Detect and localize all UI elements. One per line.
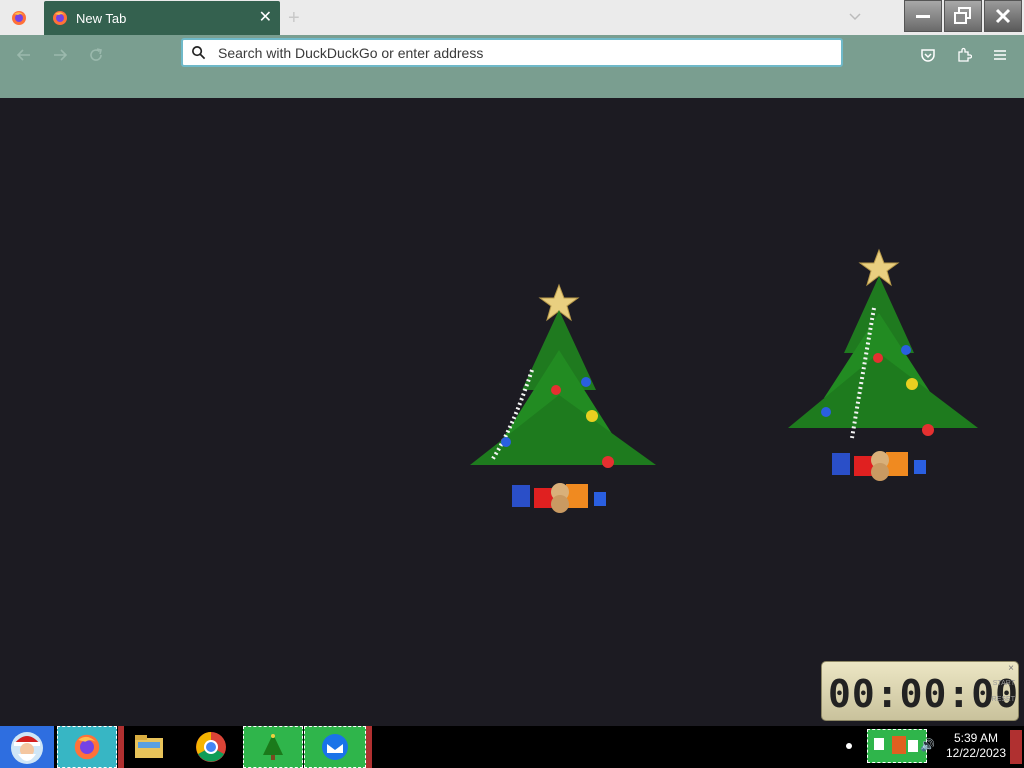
pocket-button[interactable] [916,43,940,67]
list-all-tabs-button[interactable] [848,9,862,28]
folder-icon [135,735,163,758]
extensions-button[interactable] [952,43,976,67]
pocket-icon [921,49,935,62]
clock-date: 12/22/2023 [945,746,1007,760]
tab-close-icon[interactable]: ✕ [259,10,272,26]
taskbar: 🔊 5:39 AM 12/22/2023 [0,726,1024,768]
tray-flag-icon [874,736,918,754]
tab-title: New Tab [76,10,127,26]
firefox-icon [12,10,26,25]
taskbar-file-explorer[interactable] [128,726,170,768]
thunderbird-icon [322,734,348,760]
timer-reset-button[interactable]: RESET [992,696,1015,703]
close-button[interactable] [984,0,1022,32]
tray-notification-dot [846,743,852,749]
window-controls [904,0,1024,34]
timer-display: 00:00:00 [828,672,1020,716]
santa-start-icon [11,732,43,764]
chrome-icon [196,732,226,762]
taskbar-christmas-tree-app[interactable] [243,726,303,768]
reload-icon [90,48,102,61]
navigation-toolbar [0,35,1024,98]
new-tab-button[interactable]: + [288,8,300,28]
firefox-view-button[interactable] [0,0,38,35]
taskbar-clock[interactable]: 5:39 AM 12/22/2023 [944,731,1008,761]
taskbar-firefox[interactable] [57,726,117,768]
countdown-timer-widget[interactable]: 00:00:00 × START RESET [821,661,1019,721]
forward-button[interactable] [48,43,72,67]
taskbar-chrome[interactable] [190,726,232,768]
christmas-tree-ornament [788,248,978,481]
address-input[interactable] [216,43,816,62]
taskbar-separator [366,726,372,768]
timer-start-button[interactable]: START [993,680,1015,687]
show-desktop-button[interactable] [1010,730,1022,764]
start-button[interactable] [0,726,54,768]
arrow-left-icon [16,49,30,61]
hamburger-menu-icon [994,50,1006,60]
tab-new-tab[interactable]: New Tab ✕ [44,1,280,35]
taskbar-thunderbird[interactable] [304,726,366,768]
address-bar[interactable] [181,38,843,67]
minimize-icon [916,15,930,18]
christmas-tree-ornament [470,283,656,513]
volume-icon[interactable]: 🔊 [920,738,935,752]
taskbar-separator [118,726,124,768]
search-icon [192,46,206,60]
menu-button[interactable] [988,43,1012,67]
restore-icon [954,7,971,24]
restore-button[interactable] [944,0,982,32]
chevron-down-icon [849,13,861,21]
puzzle-icon [958,47,972,62]
close-icon [995,8,1011,24]
tab-bar: New Tab ✕ + [0,0,1024,35]
firefox-icon [53,11,67,25]
christmas-tree-icon [263,734,283,760]
arrow-right-icon [54,49,68,61]
system-tray-icons[interactable] [867,729,927,763]
timer-close-icon[interactable]: × [1008,663,1014,674]
firefox-icon [74,734,100,760]
minimize-button[interactable] [904,0,942,32]
clock-time: 5:39 AM [953,731,999,745]
back-button[interactable] [12,43,36,67]
reload-button[interactable] [84,43,108,67]
